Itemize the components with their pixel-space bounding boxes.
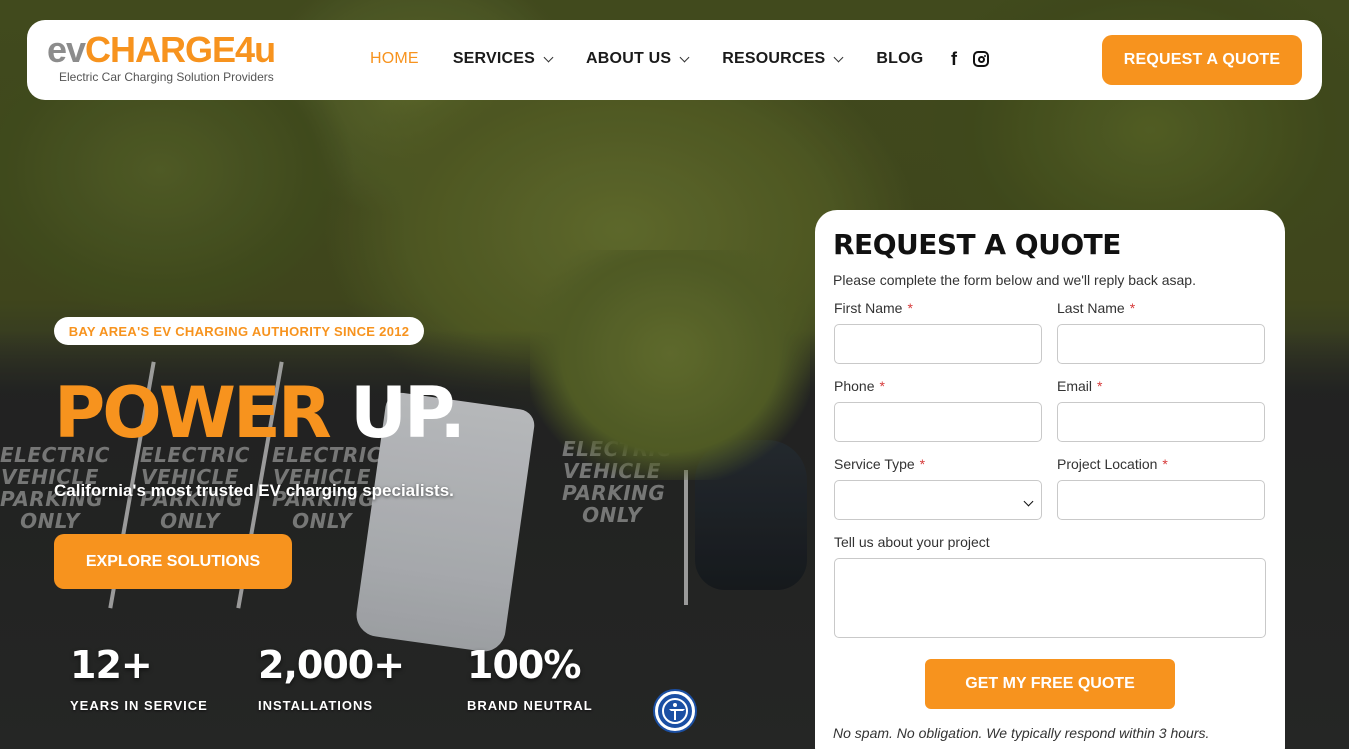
accessibility-icon[interactable] [655, 691, 695, 731]
stat-value: 2,000+ [258, 643, 405, 687]
project-details-group: Tell us about your project [834, 534, 1266, 643]
authority-badge: BAY AREA'S EV CHARGING AUTHORITY SINCE 2… [54, 317, 424, 345]
stat-label: INSTALLATIONS [258, 698, 374, 713]
stat-value: 12+ [70, 643, 153, 687]
stat-label: BRAND NEUTRAL [467, 698, 593, 713]
service-type-label: Service Type [834, 456, 915, 472]
headline-power: POWER [54, 372, 332, 454]
nav-about-us[interactable]: ABOUT US [586, 50, 690, 68]
form-note: No spam. No obligation. We typically res… [833, 725, 1210, 741]
required-marker: * [907, 300, 913, 316]
stat-years: 12+ YEARS IN SERVICE [70, 642, 208, 713]
site-header: evCHARGE4u Electric Car Charging Solutio… [27, 20, 1322, 100]
instagram-icon[interactable] [973, 51, 989, 67]
required-marker: * [879, 378, 885, 394]
stat-brand-neutral: 100% BRAND NEUTRAL [467, 642, 593, 713]
project-location-group: Project Location * [1057, 456, 1265, 520]
last-name-group: Last Name * [1057, 300, 1265, 364]
social-links: f [951, 50, 989, 68]
form-title: REQUEST A QUOTE [833, 228, 1121, 261]
nav-services[interactable]: SERVICES [453, 50, 554, 68]
project-location-field[interactable] [1057, 480, 1265, 520]
required-marker: * [1097, 378, 1103, 394]
last-name-label: Last Name [1057, 300, 1125, 316]
last-name-field[interactable] [1057, 324, 1265, 364]
required-marker: * [1162, 456, 1168, 472]
phone-group: Phone * [834, 378, 1042, 442]
required-marker: * [1129, 300, 1136, 316]
get-free-quote-button[interactable]: GET MY FREE QUOTE [925, 659, 1175, 709]
facebook-icon[interactable]: f [951, 50, 957, 68]
nav-blog[interactable]: BLOG [876, 50, 923, 68]
headline-up: UP. [350, 372, 466, 454]
chevron-down-icon [543, 52, 554, 62]
hero-headline: POWER UP. [54, 372, 466, 454]
first-name-group: First Name * [834, 300, 1042, 364]
explore-solutions-button[interactable]: EXPLORE SOLUTIONS [54, 534, 292, 589]
logo-tagline: Electric Car Charging Solution Providers [59, 70, 274, 84]
logo-charge: CHARGE4u [85, 29, 276, 70]
project-details-textarea[interactable] [834, 558, 1266, 638]
logo[interactable]: evCHARGE4u Electric Car Charging Solutio… [47, 29, 276, 85]
nav-home[interactable]: HOME [370, 50, 419, 68]
phone-field[interactable] [834, 402, 1042, 442]
email-field[interactable] [1057, 402, 1265, 442]
quote-form-card: REQUEST A QUOTE Please complete the form… [815, 210, 1285, 749]
logo-ev: ev [47, 29, 86, 70]
stat-installations: 2,000+ INSTALLATIONS [258, 642, 405, 713]
phone-label: Phone [834, 378, 875, 394]
form-intro: Please complete the form below and we'll… [833, 272, 1196, 288]
project-details-label: Tell us about your project [834, 534, 990, 550]
request-quote-button[interactable]: REQUEST A QUOTE [1102, 35, 1302, 85]
first-name-label: First Name [834, 300, 903, 316]
service-type-group: Service Type * [834, 456, 1042, 520]
required-marker: * [919, 456, 926, 472]
chevron-down-icon [833, 52, 844, 62]
project-location-label: Project Location [1057, 456, 1158, 472]
email-label: Email [1057, 378, 1093, 394]
main-nav: HOME SERVICES ABOUT US RESOURCES BLOG [370, 50, 957, 68]
service-type-select[interactable] [834, 480, 1042, 520]
email-group: Email * [1057, 378, 1265, 442]
stat-value: 100% [467, 643, 581, 687]
hero-subhead: California's most trusted EV charging sp… [54, 481, 454, 500]
chevron-down-icon [679, 52, 690, 62]
stat-label: YEARS IN SERVICE [70, 698, 208, 713]
first-name-field[interactable] [834, 324, 1042, 364]
nav-resources[interactable]: RESOURCES [722, 50, 844, 68]
